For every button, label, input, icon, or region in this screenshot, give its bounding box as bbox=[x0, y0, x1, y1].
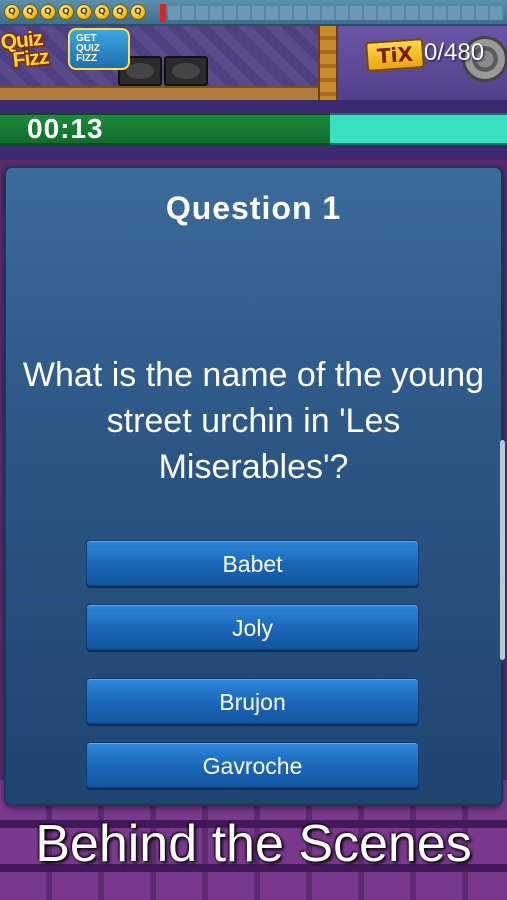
get-quiz-fizz-button[interactable]: GET QUIZ FIZZ bbox=[68, 28, 130, 70]
header-pillar bbox=[318, 26, 338, 100]
quiz-fizz-logo: Quiz Fizz bbox=[0, 27, 66, 77]
question-badges: Q Q Q Q Q Q Q Q bbox=[4, 4, 146, 20]
answer-button-4[interactable]: Gavroche bbox=[86, 742, 419, 788]
question-badge: Q bbox=[94, 4, 110, 20]
question-badge: Q bbox=[76, 4, 92, 20]
get-badge-line: FIZZ bbox=[76, 53, 98, 64]
answer-button-3[interactable]: Brujon bbox=[86, 678, 419, 724]
panel-scrollbar[interactable] bbox=[500, 440, 505, 660]
question-badge: Q bbox=[40, 4, 56, 20]
question-progress-strip: Q Q Q Q Q Q Q Q bbox=[0, 0, 507, 26]
question-badge: Q bbox=[112, 4, 128, 20]
answer-button-2[interactable]: Joly bbox=[86, 604, 419, 650]
tix-counter: 0/480 bbox=[424, 39, 485, 66]
current-question-marker bbox=[160, 4, 166, 22]
timer-text: 00:13 bbox=[27, 113, 104, 144]
logo-line: Fizz bbox=[11, 45, 50, 73]
question-title: Question 1 bbox=[165, 190, 342, 226]
question-badge: Q bbox=[4, 4, 20, 20]
header-floor bbox=[0, 86, 330, 100]
question-text: What is the name of the young street urc… bbox=[22, 356, 485, 486]
video-caption: Behind the Scenes bbox=[35, 815, 472, 873]
answer-button-1[interactable]: Babet bbox=[86, 540, 419, 586]
question-badge: Q bbox=[58, 4, 74, 20]
tix-icon: TiX bbox=[365, 38, 425, 72]
progress-track bbox=[168, 6, 504, 20]
question-badge: Q bbox=[22, 4, 38, 20]
speaker-icon bbox=[164, 56, 208, 86]
question-badge: Q bbox=[130, 4, 146, 20]
